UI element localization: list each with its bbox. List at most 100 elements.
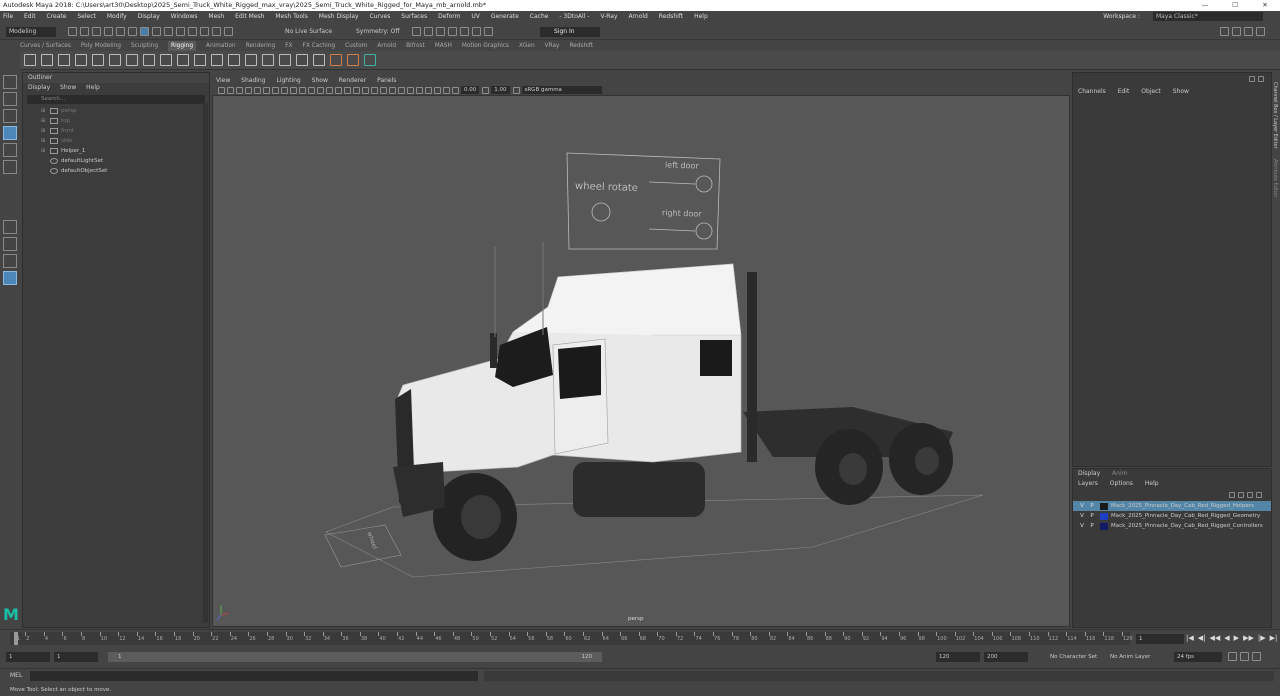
parent-constraint-icon[interactable] — [296, 54, 308, 66]
playback-end-field[interactable]: 120 — [936, 652, 980, 662]
shelf-tab-sculpting[interactable]: Sculpting — [131, 41, 158, 51]
grid-icon[interactable] — [272, 86, 279, 94]
shelf-tab-vray[interactable]: VRay — [545, 41, 560, 51]
shelf-tab-poly-modeling[interactable]: Poly Modeling — [81, 41, 121, 51]
shelf-tab-fx-caching[interactable]: FX Caching — [303, 41, 336, 51]
outliner-item[interactable]: ⊞ Helper_1 — [23, 146, 209, 156]
render-settings-icon[interactable] — [436, 27, 445, 36]
outliner-menu-help[interactable]: Help — [86, 84, 100, 91]
menu-edit-mesh[interactable]: Edit Mesh — [235, 13, 264, 20]
joint-tool-icon[interactable] — [24, 54, 36, 66]
viewport-menu-view[interactable]: View — [216, 77, 230, 84]
open-scene-icon[interactable] — [80, 27, 89, 36]
wire-icon[interactable] — [211, 54, 223, 66]
shelf-tab-animation[interactable]: Animation — [206, 41, 236, 51]
shelf-tab-custom[interactable]: Custom — [345, 41, 367, 51]
orient-constraint-icon[interactable] — [262, 54, 274, 66]
layer-row[interactable]: V P Mack_2025_Pinnacle_Day_Cab_Red_Rigge… — [1073, 511, 1271, 521]
outliner-item[interactable]: defaultLightSet — [23, 156, 209, 166]
select-camera-icon[interactable] — [218, 86, 225, 94]
channel-menu-edit[interactable]: Edit — [1118, 88, 1130, 95]
viewport-menu-renderer[interactable]: Renderer — [339, 77, 366, 84]
resolution-gate-icon[interactable] — [290, 86, 297, 94]
go-to-end-button[interactable]: ▶| — [1270, 634, 1278, 642]
film-gate-icon[interactable] — [281, 86, 288, 94]
ik-handle-icon[interactable] — [41, 54, 53, 66]
layer-visibility[interactable]: V — [1077, 501, 1087, 511]
point-constraint-icon[interactable] — [228, 54, 240, 66]
auto-key-icon[interactable] — [1240, 652, 1249, 661]
menu-display[interactable]: Display — [138, 13, 160, 20]
channel-box-toggle-icon[interactable] — [1249, 76, 1255, 82]
step-forward-frame-button[interactable]: ▶▶ — [1243, 634, 1254, 642]
minimize-button[interactable]: — — [1190, 0, 1220, 11]
select-tool-icon[interactable] — [3, 75, 17, 89]
viewport-menu-panels[interactable]: Panels — [377, 77, 396, 84]
xray-joints-icon[interactable] — [434, 86, 441, 94]
move-layer-down-icon[interactable] — [1238, 492, 1244, 498]
channel-menu-object[interactable]: Object — [1141, 88, 1161, 95]
lattice-icon[interactable] — [160, 54, 172, 66]
safe-action-icon[interactable] — [317, 86, 324, 94]
outliner-scrollbar[interactable] — [203, 103, 208, 623]
motion-blur-icon[interactable] — [398, 86, 405, 94]
menu-cache[interactable]: Cache — [530, 13, 549, 20]
select-object-icon[interactable] — [140, 27, 149, 36]
menu-curves[interactable]: Curves — [370, 13, 391, 20]
isolate-select-icon[interactable] — [416, 86, 423, 94]
wireframe-icon[interactable] — [335, 86, 342, 94]
layer-playback[interactable]: P — [1087, 501, 1097, 511]
menu-create[interactable]: Create — [47, 13, 67, 20]
step-forward-key-button[interactable]: |▶ — [1258, 634, 1266, 642]
camera-attributes-icon[interactable] — [227, 86, 234, 94]
menu-deform[interactable]: Deform — [438, 13, 460, 20]
redo-icon[interactable] — [116, 27, 125, 36]
rotate-tool-icon[interactable] — [3, 143, 17, 157]
menu-uv[interactable]: UV — [471, 13, 480, 20]
menu-redshift[interactable]: Redshift — [659, 13, 683, 20]
step-back-frame-button[interactable]: ◀◀ — [1210, 634, 1221, 642]
render-frame-icon[interactable] — [412, 27, 421, 36]
expand-icon[interactable]: ⊞ — [41, 126, 47, 136]
menu-surfaces[interactable]: Surfaces — [401, 13, 427, 20]
shelf-tab-motion-graphics[interactable]: Motion Graphics — [462, 41, 509, 51]
shelf-tab-rigging[interactable]: Rigging — [168, 41, 197, 51]
layer-playback[interactable]: P — [1087, 521, 1097, 531]
layer-menu-help[interactable]: Help — [1145, 480, 1159, 487]
maximize-button[interactable]: ☐ — [1220, 0, 1250, 11]
vray-render-icon[interactable] — [484, 27, 493, 36]
channel-menu-show[interactable]: Show — [1173, 88, 1189, 95]
preferences-icon[interactable] — [1252, 652, 1261, 661]
loop-icon[interactable] — [1228, 652, 1237, 661]
color-space-dropdown[interactable]: sRGB gamma — [521, 86, 602, 94]
layer-tab-display[interactable]: Display — [1078, 470, 1100, 477]
quick-rig-icon[interactable] — [109, 54, 121, 66]
workspace-dropdown[interactable]: Maya Classic* — [1153, 12, 1263, 21]
layer-row[interactable]: V P Mack_2025_Pinnacle_Day_Cab_Red_Rigge… — [1073, 521, 1271, 531]
persp-outliner-layout-icon[interactable] — [3, 254, 17, 268]
viewport-3d[interactable]: wheel rotate left door right door wheel — [212, 76, 1070, 627]
menu-edit[interactable]: Edit — [24, 13, 36, 20]
layer-playback[interactable]: P — [1087, 511, 1097, 521]
xray-icon[interactable] — [425, 86, 432, 94]
bookmarks-icon[interactable] — [236, 86, 243, 94]
outliner-item[interactable]: ⊞ side — [23, 136, 209, 146]
layer-menu-layers[interactable]: Layers — [1078, 480, 1098, 487]
layer-row[interactable]: V P Mack_2025_Pinnacle_Day_Cab_Red_Rigge… — [1073, 501, 1271, 511]
attribute-toggle-icon[interactable] — [1258, 76, 1264, 82]
viewport-menu-show[interactable]: Show — [312, 77, 328, 84]
menu-arnold[interactable]: Arnold — [628, 13, 647, 20]
snap-curve-icon[interactable] — [176, 27, 185, 36]
mel-input[interactable] — [30, 671, 478, 681]
outliner-menu-show[interactable]: Show — [60, 84, 76, 91]
undo-icon[interactable] — [104, 27, 113, 36]
close-button[interactable]: ✕ — [1250, 0, 1280, 11]
paint-select-icon[interactable] — [3, 109, 17, 123]
mel-label[interactable]: MEL — [10, 672, 22, 679]
range-start-field[interactable]: 1 — [6, 652, 50, 662]
move-layer-up-icon[interactable] — [1229, 492, 1235, 498]
character-set-dropdown[interactable]: No Character Set — [1050, 654, 1097, 660]
hypershade-icon[interactable] — [448, 27, 457, 36]
gamma-field[interactable]: 1.00 — [491, 86, 510, 94]
layer-color-swatch[interactable] — [1100, 522, 1108, 530]
